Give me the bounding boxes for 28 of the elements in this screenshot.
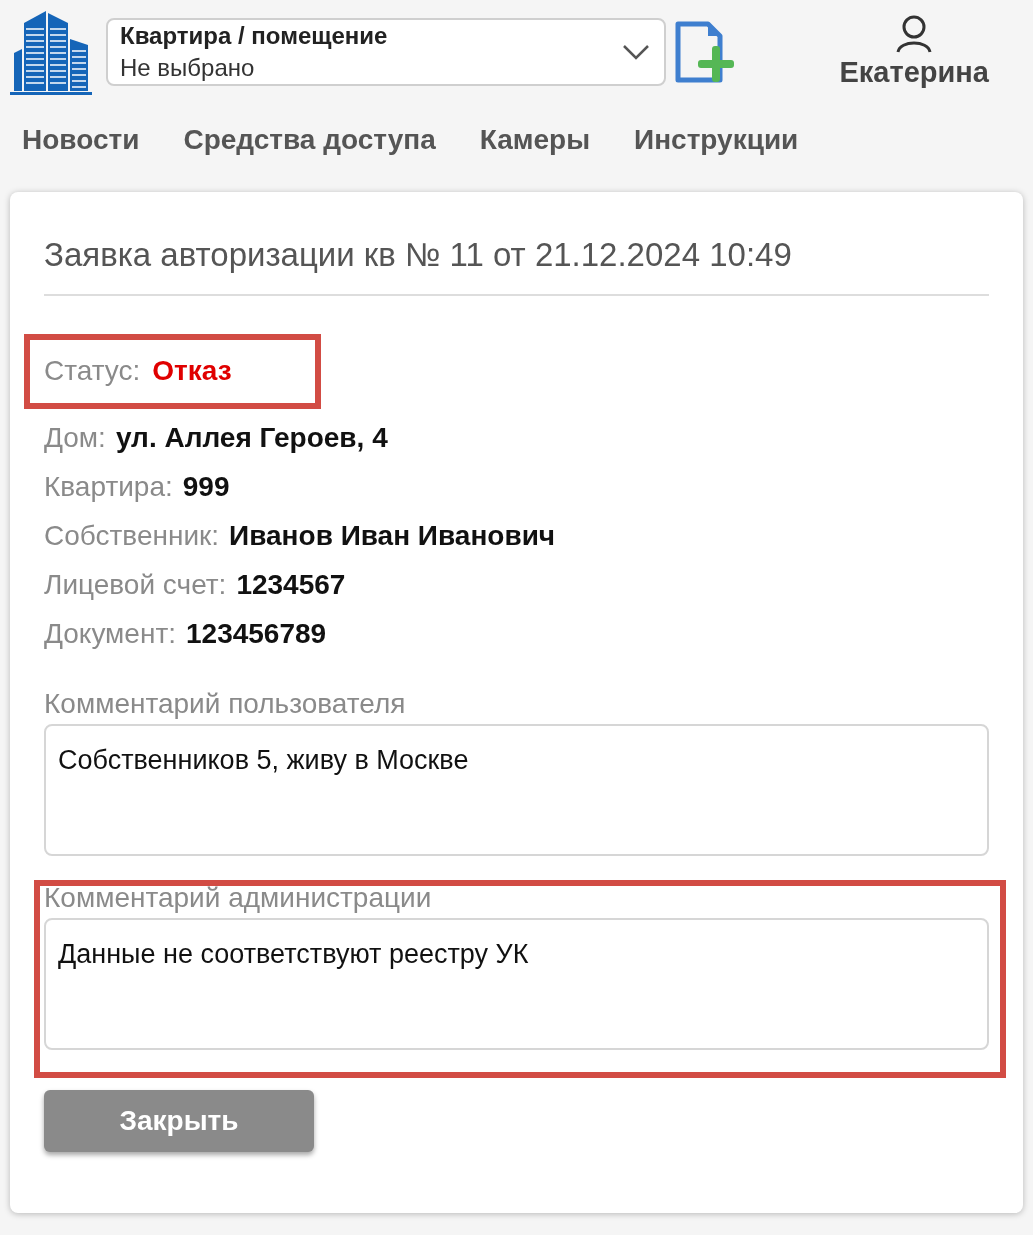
field-value: 1234567 (236, 567, 346, 602)
field-label: Документ: (44, 616, 176, 651)
field-value: Иванов Иван Иванович (229, 518, 556, 553)
chevron-down-icon (622, 44, 650, 60)
comment-field[interactable]: Собственников 5, живу в Москве (44, 723, 989, 856)
comment-label: Комментарий администрации (44, 881, 432, 913)
nav-link[interactable]: Камеры (479, 119, 591, 161)
close-button[interactable]: Закрыть (44, 1089, 314, 1152)
select-label: Квартира / помещение (120, 21, 388, 51)
status-label: Статус: (44, 354, 141, 388)
field-label: Лицевой счет: (44, 567, 227, 602)
nav-link[interactable]: Средства доступа (183, 119, 436, 161)
user-name: Екатерина (839, 55, 989, 90)
nav-link[interactable]: Инструкции (634, 119, 799, 161)
card-title: Заявка авторизации кв № 11 от 21.12.2024 10:49 (44, 230, 989, 296)
field-value: ул. Аллея Героев, 4 (115, 420, 388, 455)
comment-label: Комментарий пользователя (44, 687, 406, 719)
apartment-select[interactable]: Квартира / помещение Не выбрано (106, 18, 666, 86)
status-value: Отказ (152, 354, 232, 388)
field-value: 123456789 (186, 616, 327, 651)
field-label: Собственник: (44, 518, 220, 553)
comment-field[interactable]: Данные не соответствуют реестру УК (44, 917, 989, 1050)
select-value: Не выбрано (120, 53, 256, 83)
buildings-logo-icon (10, 9, 92, 95)
field-value: 999 (182, 469, 230, 504)
field-label: Дом: (44, 420, 106, 455)
field-label: Квартира: (44, 469, 173, 504)
nav-link[interactable]: Новости (22, 119, 140, 161)
